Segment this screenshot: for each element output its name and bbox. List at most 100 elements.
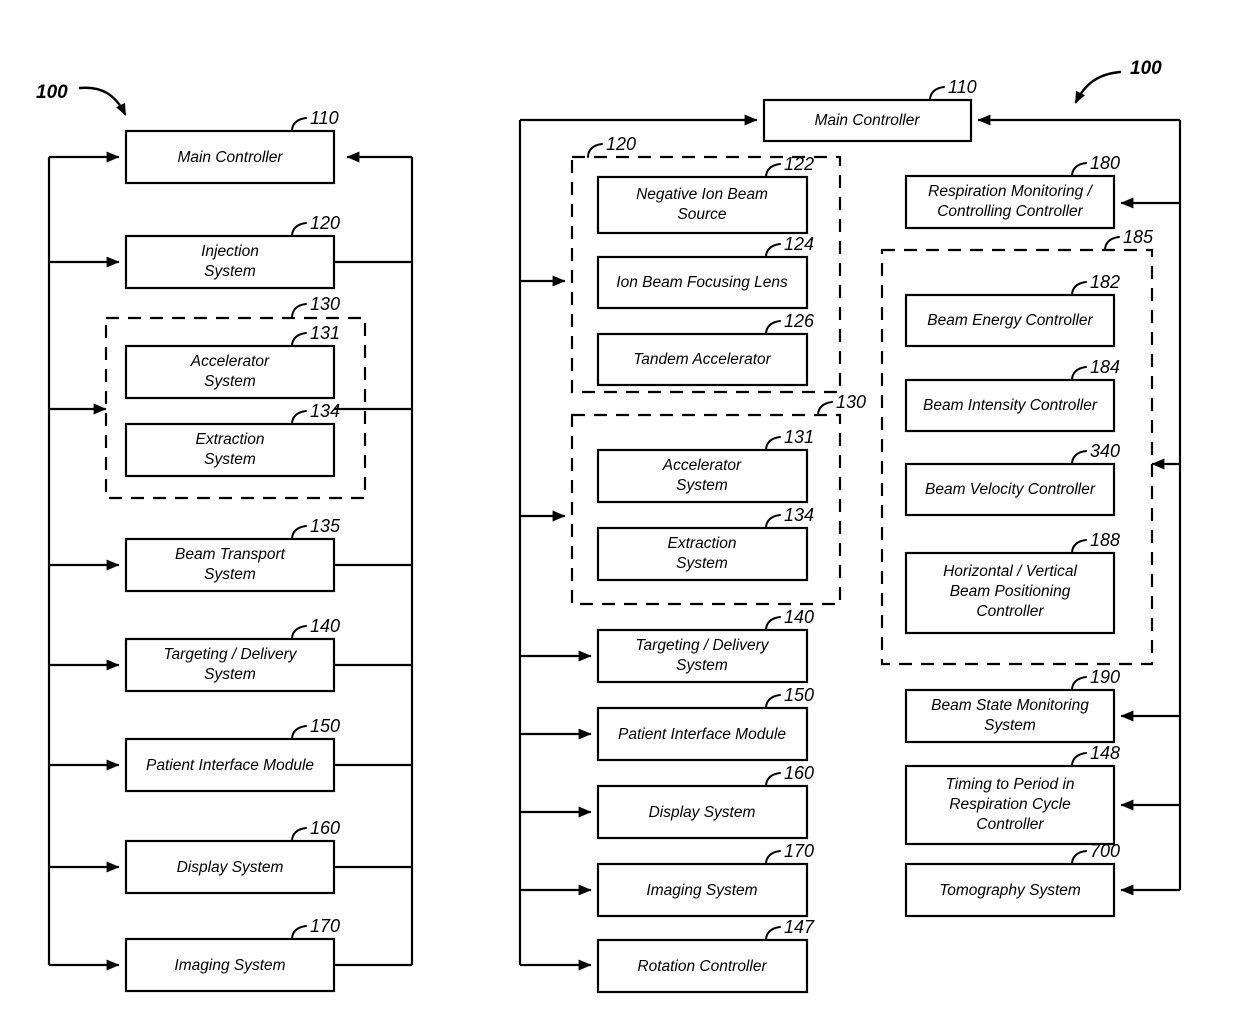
left-block-135-label-1: Beam Transport <box>175 546 286 563</box>
figure-callout-arrow-left <box>78 86 127 116</box>
left-ref-134: 134 <box>310 401 340 421</box>
right-ref-700: 700 <box>1090 841 1120 861</box>
mid-block-122-label-1: Negative Ion Beam <box>636 186 768 203</box>
mid-leader-140 <box>765 616 781 631</box>
left-leader-135 <box>291 525 307 540</box>
right-block-148-label-3: Controller <box>976 816 1044 833</box>
left-block-131-label-2: System <box>204 373 256 390</box>
left-ref-160: 160 <box>310 818 340 838</box>
mid-ref-170: 170 <box>784 841 814 861</box>
left-diagram: 100 130 Main Controller 110 Injection Sy… <box>36 82 414 993</box>
right-block-182-label: Beam Energy Controller <box>927 312 1093 329</box>
left-block-140-label-2: System <box>204 666 256 683</box>
mid-block-122-label-2: Source <box>677 206 726 223</box>
left-ref-120: 120 <box>310 213 340 233</box>
figure-callout-right: 100 <box>1074 58 1162 104</box>
left-leader-170 <box>291 925 307 940</box>
mid-block-170-label: Imaging System <box>646 882 757 899</box>
left-block-135-label-2: System <box>204 566 256 583</box>
patent-figure-canvas: 100 130 Main Controller 110 Injection Sy… <box>0 0 1240 1031</box>
left-block-134-label-1: Extraction <box>196 431 265 448</box>
left-ref-140: 140 <box>310 616 340 636</box>
left-ref-130: 130 <box>310 294 340 314</box>
left-leader-140 <box>291 625 307 640</box>
right-leader-180 <box>1071 162 1087 177</box>
right-leader-190 <box>1071 676 1087 691</box>
mid-block-131-label-1: Accelerator <box>662 457 742 474</box>
left-block-160-label: Display System <box>177 859 284 876</box>
mid-leader-130 <box>817 401 833 416</box>
mid-leader-126 <box>765 320 781 335</box>
left-leader-130 <box>291 303 307 319</box>
left-leader-160 <box>291 827 307 842</box>
right-block-190-label-1: Beam State Monitoring <box>931 697 1089 714</box>
left-ref-131: 131 <box>310 323 340 343</box>
mid-leader-160 <box>765 772 781 787</box>
mid-leader-147 <box>765 926 781 941</box>
mid-leader-150 <box>765 694 781 709</box>
right-leader-340 <box>1071 450 1087 465</box>
left-leader-134 <box>291 410 307 425</box>
mid-block-160-label: Display System <box>649 804 756 821</box>
right-leader-185 <box>1104 236 1120 251</box>
left-leader-131 <box>291 332 307 347</box>
figure-number-left: 100 <box>36 82 68 103</box>
right-ref-184: 184 <box>1090 357 1120 377</box>
mid-ref-150: 150 <box>784 685 814 705</box>
right-ref-188: 188 <box>1090 530 1120 550</box>
mid-block-110-label: Main Controller <box>814 112 920 129</box>
right-block-148-label-2: Respiration Cycle <box>949 796 1071 813</box>
left-block-120-label-1: Injection <box>201 243 259 260</box>
right-block-184-label: Beam Intensity Controller <box>923 397 1098 414</box>
figure-number-right: 100 <box>1130 58 1162 79</box>
mid-block-150-label: Patient Interface Module <box>618 726 786 743</box>
right-block-180-label-2: Controlling Controller <box>937 203 1083 220</box>
right-block-188-label-1: Horizontal / Vertical <box>943 563 1077 580</box>
right-leader-188 <box>1071 539 1087 554</box>
right-ref-340: 340 <box>1090 441 1120 461</box>
mid-ref-110: 110 <box>948 77 977 97</box>
right-ref-190: 190 <box>1090 667 1120 687</box>
mid-ref-140: 140 <box>784 607 814 627</box>
right-ref-180: 180 <box>1090 153 1120 173</box>
mid-ref-131: 131 <box>784 427 814 447</box>
right-leader-182 <box>1071 281 1087 296</box>
figure-callout-arrow-right <box>1074 70 1122 104</box>
left-block-140-label-1: Targeting / Delivery <box>164 646 298 663</box>
right-block-188-label-2: Beam Positioning <box>950 583 1071 600</box>
mid-block-134-label-2: System <box>676 555 728 572</box>
right-diagram: 100 Main Controller 110 120 Negative Ion… <box>518 58 1182 994</box>
mid-block-140-label-2: System <box>676 657 728 674</box>
right-block-148-label-1: Timing to Period in <box>945 776 1074 793</box>
right-leader-184 <box>1071 366 1087 381</box>
mid-leader-170 <box>765 850 781 865</box>
left-block-150-label: Patient Interface Module <box>146 757 314 774</box>
left-leader-150 <box>291 725 307 740</box>
mid-ref-134: 134 <box>784 505 814 525</box>
right-block-190-label-2: System <box>984 717 1036 734</box>
mid-leader-110 <box>929 86 945 101</box>
mid-block-147-label: Rotation Controller <box>637 958 767 975</box>
right-ref-185: 185 <box>1123 227 1154 247</box>
mid-leader-122 <box>765 163 781 178</box>
mid-ref-126: 126 <box>784 311 815 331</box>
mid-ref-160: 160 <box>784 763 814 783</box>
right-block-180-label-1: Respiration Monitoring / <box>928 183 1093 200</box>
right-leader-700 <box>1071 850 1087 865</box>
mid-ref-130: 130 <box>836 392 866 412</box>
mid-ref-124: 124 <box>784 234 814 254</box>
left-block-131-label-1: Accelerator <box>190 353 270 370</box>
mid-ref-147: 147 <box>784 917 815 937</box>
left-block-134-label-2: System <box>204 451 256 468</box>
left-ref-135: 135 <box>310 516 341 536</box>
mid-leader-124 <box>765 243 781 258</box>
mid-leader-120 <box>587 143 603 158</box>
right-block-700-label: Tomography System <box>939 882 1081 899</box>
figure-callout-left: 100 <box>36 82 127 116</box>
mid-block-124-label: Ion Beam Focusing Lens <box>616 274 788 291</box>
right-leader-148 <box>1071 752 1087 767</box>
right-ref-182: 182 <box>1090 272 1120 292</box>
left-block-110-label: Main Controller <box>177 149 283 166</box>
mid-block-131-label-2: System <box>676 477 728 494</box>
mid-block-126-label: Tandem Accelerator <box>633 351 771 368</box>
